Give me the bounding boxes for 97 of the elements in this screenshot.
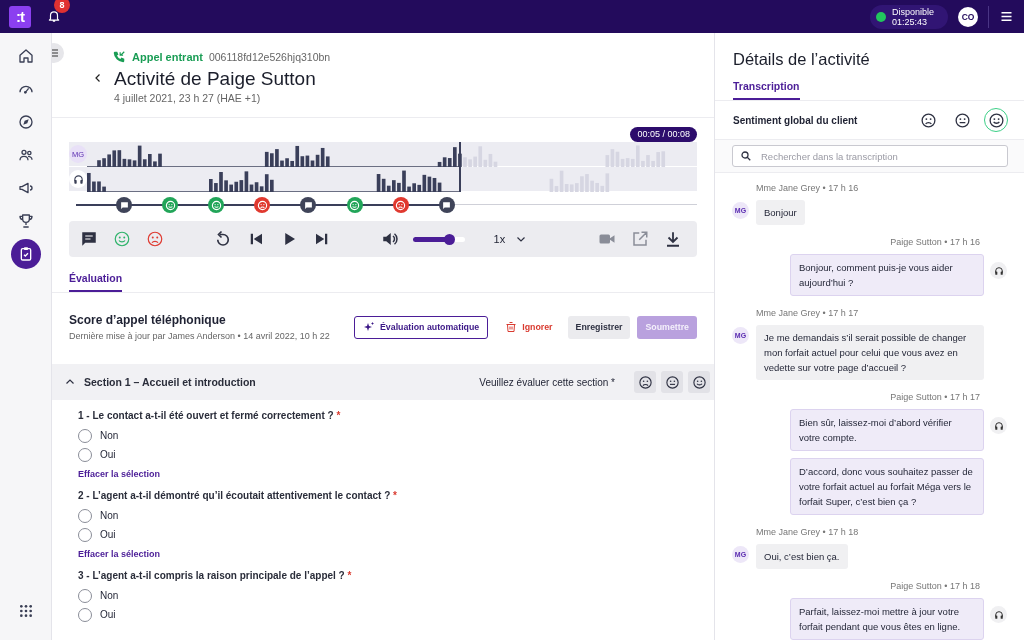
option-label: Oui (100, 449, 116, 460)
face-smile-icon (987, 111, 1005, 129)
headset-icon (72, 173, 84, 185)
message-bubble: Bonjour, comment puis-je vous aider aujourd’hui ? (790, 254, 984, 296)
call-type: Appel entrant (132, 51, 203, 63)
rating-prompt: Veuillez évaluer cette section * (479, 376, 615, 388)
question-label: 1 - Le contact a-t-il été ouvert et fermé correctement ? * (78, 410, 342, 421)
message-meta: Mme Jane Grey • 17 h 18 (755, 527, 860, 537)
face-frown-icon (919, 111, 937, 129)
sentiment-marker[interactable] (346, 197, 363, 213)
trash-icon (505, 321, 518, 333)
tab[interactable]: Transcription (733, 77, 800, 100)
face-smile-icon (349, 199, 361, 211)
playback-time: 00:05 / 00:08 (630, 127, 697, 142)
sentiment-label: Sentiment global du client (733, 114, 858, 126)
message-bubble: Oui, c’est bien ça. (756, 544, 848, 569)
save-button[interactable]: Enregistrer (567, 315, 631, 339)
agent-avatar (990, 417, 1007, 434)
face-smile-icon (113, 230, 131, 248)
negative-button[interactable] (145, 229, 165, 249)
incoming-call-icon (112, 50, 126, 64)
app-logo[interactable]: :t (9, 5, 31, 28)
face-frown-icon (637, 374, 653, 390)
sentiment-marker[interactable] (392, 197, 409, 213)
trophy-icon (17, 213, 34, 229)
clear-selection-link[interactable]: Effacer la sélection (78, 469, 161, 479)
activity-date: 4 juillet 2021, 23 h 27 (HAE +1) (114, 92, 262, 104)
face-smile-icon (164, 199, 176, 211)
comment-marker[interactable] (116, 197, 132, 213)
agent-avatar (990, 262, 1007, 279)
option-label: Non (100, 510, 119, 521)
auto-evaluation-button[interactable]: Évaluation automatique (354, 315, 489, 339)
megaphone-icon (17, 180, 34, 196)
question-label: 3 - L’agent a-t-il compris la raison principale de l’appel ? * (78, 570, 353, 581)
comment-button[interactable] (79, 229, 99, 249)
last-updated: Dernière mise à jour par James Anderson • 14 avril 2022, 10 h 22 (69, 331, 330, 341)
form-title: Score d’appel téléphonique (69, 313, 227, 327)
panel-title: Détails de l’activité (732, 49, 871, 70)
people-icon (17, 147, 34, 163)
user-avatar[interactable]: CO (958, 6, 978, 27)
sentiment-marker[interactable] (208, 197, 225, 213)
message-meta: Mme Jane Grey • 17 h 17 (755, 308, 860, 318)
option-label: Oui (100, 529, 116, 540)
apps-grid-icon (17, 603, 34, 619)
option-label: Oui (100, 609, 116, 620)
face-neutral-icon (664, 374, 680, 390)
volume-slider[interactable] (412, 236, 465, 242)
comment-icon (119, 200, 129, 210)
message-bubble: Parfait, laissez-moi mettre à jour votre forfait pendant que vous êtes en ligne. (790, 598, 984, 640)
message-meta: Mme Jane Grey • 17 h 16 (755, 183, 860, 193)
face-frown-icon (395, 199, 407, 211)
face-frown-icon (146, 230, 164, 248)
option-label: Non (100, 590, 119, 601)
question-label: 2 - L’agent a-t-il démontré qu’il écoutait attentivement le contact ? * (78, 490, 398, 501)
rating-button[interactable] (634, 371, 656, 393)
page-title: Activité de Paige Sutton (114, 68, 316, 90)
comment-icon (80, 230, 98, 248)
status-label: Disponible (891, 6, 934, 17)
status-timer: 01:25:43 (891, 16, 927, 27)
compass-icon (17, 114, 34, 130)
message-bubble: Bonjour (756, 200, 805, 225)
face-smile-icon (691, 374, 707, 390)
message-meta: Paige Sutton • 17 h 18 (890, 581, 981, 591)
rating-button[interactable] (661, 371, 683, 393)
volume-icon (380, 230, 399, 248)
speed-dropdown[interactable]: 1x (493, 233, 528, 245)
comment-icon (303, 200, 313, 210)
clear-selection-link[interactable]: Effacer la sélection (78, 549, 161, 559)
menu-icon (999, 9, 1014, 24)
tab[interactable]: Évaluation (69, 269, 123, 292)
notification-badge: 8 (54, 0, 70, 13)
home-icon (17, 48, 34, 64)
sentiment-marker[interactable] (254, 197, 271, 213)
external-link-icon (630, 230, 649, 248)
call-id: 006118fd12e526hjq310bn (208, 51, 331, 63)
message-bubble: Bien sûr, laissez-moi d’abord vérifier votre compte. (790, 409, 984, 451)
ignore-button[interactable]: Ignorer (497, 315, 561, 339)
comment-marker[interactable] (438, 197, 455, 213)
bell-icon (47, 8, 61, 23)
sentiment-marker[interactable] (162, 197, 179, 213)
search-field[interactable]: Rechercher dans la transcription (732, 145, 1008, 167)
sparkle-icon (363, 321, 375, 333)
message-bubble: D’accord, donc vous souhaitez passer de votre forfait actuel au forfait Méga vers le forfait Super, c’est bien ça ? (790, 458, 984, 515)
message-meta: Paige Sutton • 17 h 16 (890, 237, 981, 247)
nav-item[interactable] (10, 239, 41, 269)
face-smile-icon (210, 199, 222, 211)
face-neutral-icon (953, 111, 971, 129)
section-title: Section 1 – Accueil et introduction (84, 376, 256, 388)
message-bubble: Je me demandais s’il serait possible de changer mon forfait actuel pour celui que vous avez en vedette sur votre page d’accueil ? (756, 325, 984, 380)
agent-avatar (990, 606, 1007, 623)
comment-icon (442, 200, 452, 210)
message-meta: Paige Sutton • 17 h 17 (890, 392, 981, 402)
rating-button[interactable] (688, 371, 710, 393)
comment-marker[interactable] (300, 197, 317, 213)
face-frown-icon (256, 199, 268, 211)
option-label: Non (100, 430, 119, 441)
status-pill[interactable]: Disponible 01:25:43 (869, 4, 948, 29)
